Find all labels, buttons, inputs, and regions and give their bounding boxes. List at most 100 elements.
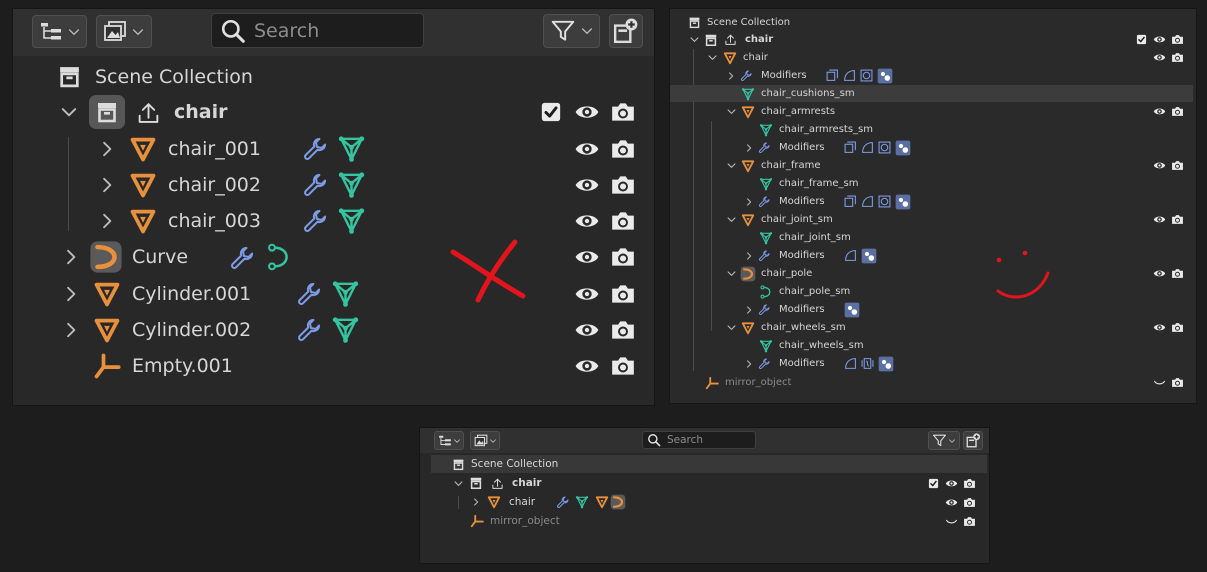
camera-icon[interactable] — [963, 496, 976, 509]
display-mode-dropdown[interactable] — [434, 431, 464, 450]
search-input[interactable]: Search — [642, 431, 756, 449]
camera-icon[interactable] — [1171, 33, 1184, 46]
modifier-bevel-icon[interactable] — [844, 357, 857, 370]
chevron-down-icon[interactable] — [726, 214, 737, 225]
modifier-weld-icon[interactable] — [895, 194, 911, 210]
mesh-data-icon[interactable] — [331, 315, 360, 344]
eye-icon[interactable] — [1153, 105, 1166, 118]
chevron-right-icon[interactable] — [61, 247, 81, 267]
scene-collection-row[interactable]: Scene Collection — [670, 14, 1196, 30]
camera-icon[interactable] — [1171, 213, 1184, 226]
eye-icon[interactable] — [1153, 267, 1166, 280]
mesh-data-icon[interactable] — [337, 206, 366, 235]
filter-types-dropdown[interactable] — [96, 15, 152, 48]
eye-icon[interactable] — [574, 136, 600, 162]
eye-icon[interactable] — [945, 496, 958, 509]
chevron-right-icon[interactable] — [61, 284, 81, 304]
camera-icon[interactable] — [963, 515, 976, 528]
camera-icon[interactable] — [610, 281, 636, 307]
modifier-subdivision-icon[interactable] — [878, 141, 891, 154]
wrench-icon[interactable] — [556, 495, 570, 509]
eye-icon[interactable] — [574, 317, 600, 343]
curve-object-icon[interactable] — [610, 494, 626, 510]
modifiers-row[interactable]: Modifiers — [670, 301, 1196, 318]
mesh-row-chair-armrests-sm[interactable]: chair_armrests_sm — [670, 121, 1196, 138]
eye-icon[interactable] — [1153, 51, 1166, 64]
mesh-row-chair-joint-sm[interactable]: chair_joint_sm — [670, 229, 1196, 246]
wrench-icon[interactable] — [229, 244, 256, 271]
modifiers-row[interactable]: Modifiers — [670, 247, 1196, 264]
camera-icon[interactable] — [1171, 51, 1184, 64]
camera-icon[interactable] — [610, 172, 636, 198]
modifier-weld-icon[interactable] — [844, 302, 860, 318]
modifier-weld-icon[interactable] — [877, 68, 893, 84]
chevron-down-icon[interactable] — [726, 322, 737, 333]
camera-icon[interactable] — [1171, 376, 1184, 389]
eye-closed-icon[interactable] — [1153, 376, 1166, 389]
object-row-chair-armrests[interactable]: chair_armrests — [670, 103, 1196, 120]
camera-icon[interactable] — [610, 136, 636, 162]
curve-data-icon[interactable] — [265, 243, 293, 271]
chevron-down-icon[interactable] — [707, 52, 718, 63]
camera-icon[interactable] — [963, 477, 976, 490]
mesh-data-icon[interactable] — [331, 279, 360, 308]
curve-row-chair-pole-sm[interactable]: chair_pole_sm — [670, 283, 1196, 300]
scene-collection-row[interactable]: Scene Collection — [13, 60, 654, 93]
eye-icon[interactable] — [574, 244, 600, 270]
chevron-down-icon[interactable] — [689, 34, 700, 45]
modifiers-row[interactable]: Modifiers — [670, 355, 1196, 372]
modifier-weld-icon[interactable] — [861, 248, 877, 264]
eye-icon[interactable] — [1153, 213, 1166, 226]
camera-icon[interactable] — [610, 317, 636, 343]
wrench-icon[interactable] — [302, 171, 329, 198]
modifier-array-icon[interactable] — [826, 69, 839, 82]
chevron-right-icon[interactable] — [744, 197, 754, 207]
object-row-chair-frame[interactable]: chair_frame — [670, 157, 1196, 174]
chair-collection-row[interactable]: chair — [420, 474, 989, 492]
object-row-chair[interactable]: chair — [670, 49, 1196, 66]
object-row-chair[interactable]: chair — [420, 493, 989, 511]
chevron-right-icon[interactable] — [61, 320, 81, 340]
modifier-screw-icon[interactable] — [861, 357, 874, 370]
chevron-down-icon[interactable] — [59, 102, 79, 122]
chevron-right-icon[interactable] — [97, 211, 117, 231]
new-collection-button[interactable] — [609, 14, 643, 48]
camera-icon[interactable] — [610, 99, 636, 125]
camera-icon[interactable] — [1171, 105, 1184, 118]
scene-collection-row[interactable]: Scene Collection — [431, 455, 987, 473]
chevron-right-icon[interactable] — [726, 71, 736, 81]
chevron-right-icon[interactable] — [471, 497, 481, 507]
modifier-subdivision-icon[interactable] — [878, 195, 891, 208]
camera-icon[interactable] — [610, 208, 636, 234]
modifier-bevel-icon[interactable] — [861, 195, 874, 208]
chevron-right-icon[interactable] — [744, 143, 754, 153]
modifiers-row[interactable]: Modifiers — [670, 139, 1196, 156]
mesh-row-chair-cushions-sm[interactable]: chair_cushions_sm — [670, 85, 1193, 102]
eye-icon[interactable] — [574, 353, 600, 379]
modifier-subdivision-icon[interactable] — [860, 69, 873, 82]
modifier-weld-icon[interactable] — [878, 356, 894, 372]
camera-icon[interactable] — [1171, 159, 1184, 172]
modifiers-row[interactable]: Modifiers — [670, 193, 1196, 210]
mesh-data-icon[interactable] — [337, 134, 366, 163]
filter-types-dropdown[interactable] — [470, 431, 500, 450]
chair-collection-row[interactable]: chair — [13, 94, 654, 130]
camera-icon[interactable] — [1171, 267, 1184, 280]
object-row-chair-joint-sm[interactable]: chair_joint_sm — [670, 211, 1196, 228]
eye-icon[interactable] — [1153, 159, 1166, 172]
checkbox-icon[interactable] — [928, 478, 939, 489]
object-row-mirror-object[interactable]: mirror_object — [670, 374, 1196, 391]
object-row-cylinder-002[interactable]: Cylinder.002 — [13, 312, 654, 347]
wrench-icon[interactable] — [296, 316, 323, 343]
chevron-right-icon[interactable] — [97, 175, 117, 195]
modifier-bevel-icon[interactable] — [843, 69, 856, 82]
filter-dropdown[interactable] — [543, 14, 600, 48]
object-row-chair-001[interactable]: chair_001 — [13, 131, 654, 166]
eye-icon[interactable] — [1153, 33, 1166, 46]
eye-closed-icon[interactable] — [945, 515, 958, 528]
chevron-right-icon[interactable] — [744, 251, 754, 261]
wrench-icon[interactable] — [302, 135, 329, 162]
filter-dropdown[interactable] — [928, 431, 960, 450]
new-collection-button[interactable] — [963, 431, 983, 450]
eye-icon[interactable] — [574, 99, 600, 125]
